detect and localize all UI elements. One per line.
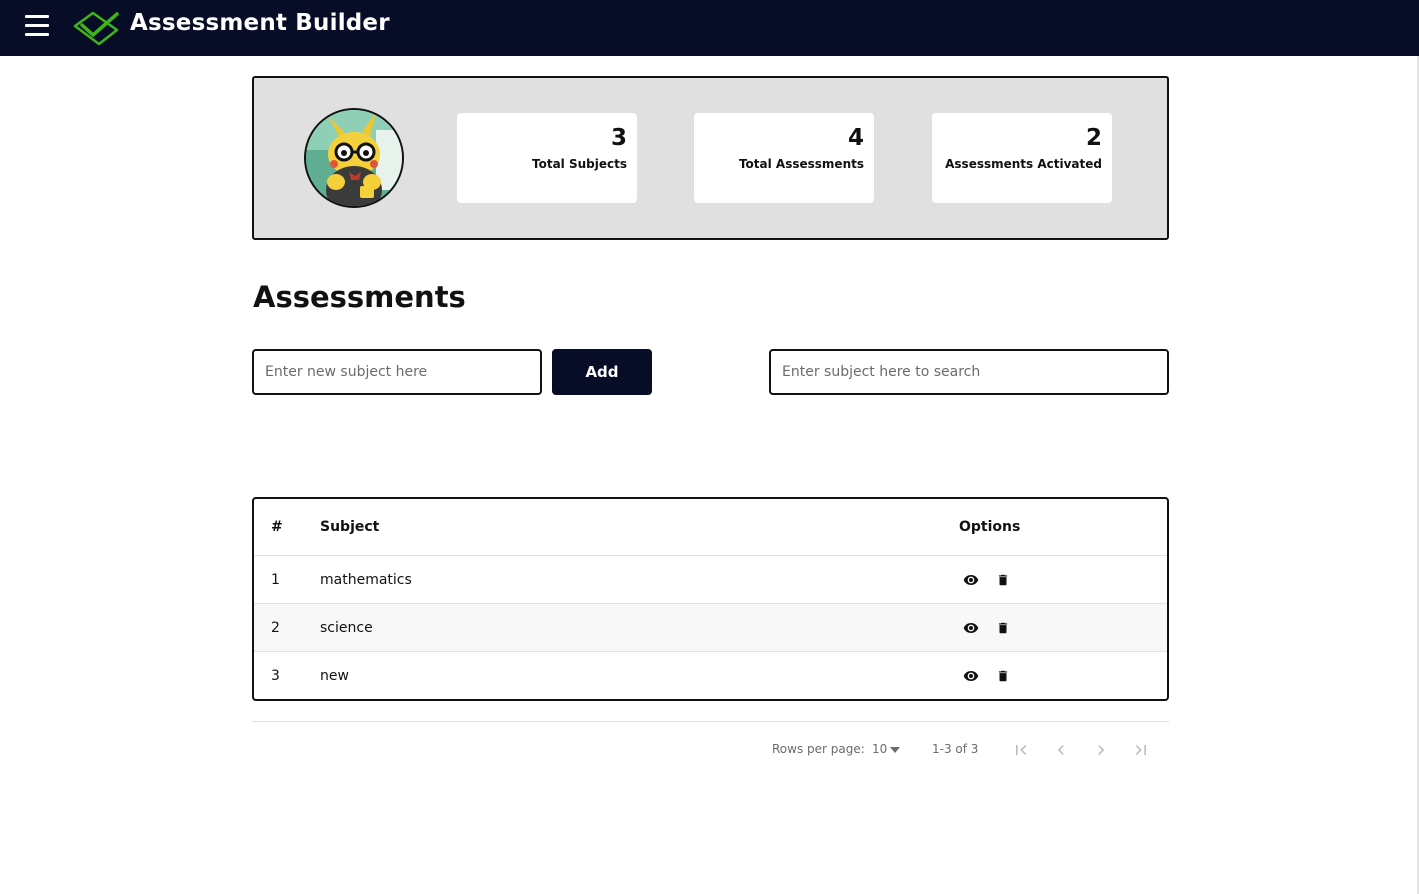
row-number: 3 (271, 668, 280, 684)
profile-avatar (304, 108, 404, 208)
pagination-range: 1-3 of 3 (932, 742, 979, 756)
stat-value: 4 (847, 125, 864, 151)
header-number: # (271, 519, 283, 535)
stat-value: 3 (610, 125, 627, 151)
chevron-down-icon (890, 746, 901, 753)
page-title: Assessments (253, 280, 466, 314)
stat-card-total-assessments: 4 Total Assessments (694, 113, 874, 203)
subjects-table: # Subject Options 1 mathematics 2 scienc… (252, 497, 1169, 701)
header-subject: Subject (320, 519, 380, 535)
first-page-icon[interactable] (1011, 740, 1031, 760)
pagination-divider (252, 721, 1169, 722)
row-number: 1 (271, 571, 280, 588)
trash-icon[interactable] (996, 572, 1010, 588)
last-page-icon[interactable] (1131, 740, 1151, 760)
header-options: Options (959, 519, 1021, 535)
next-page-icon[interactable] (1091, 740, 1111, 760)
trash-icon[interactable] (996, 620, 1010, 636)
table-row: 2 science (254, 604, 1167, 652)
row-subject: new (320, 668, 349, 684)
trash-icon[interactable] (996, 668, 1010, 684)
stats-panel: 3 Total Subjects 4 Total Assessments 2 A… (252, 76, 1169, 240)
row-number: 2 (271, 619, 280, 636)
new-subject-input[interactable] (252, 349, 542, 395)
stat-card-assessments-activated: 2 Assessments Activated (932, 113, 1112, 203)
top-navbar: Assessment Builder (0, 0, 1419, 56)
stat-card-total-subjects: 3 Total Subjects (457, 113, 637, 203)
eye-icon[interactable] (963, 572, 979, 588)
eye-icon[interactable] (963, 668, 979, 684)
app-title: Assessment Builder (130, 10, 390, 36)
row-subject: mathematics (320, 571, 412, 588)
row-subject: science (320, 619, 373, 636)
add-subject-button[interactable]: Add (552, 349, 652, 395)
prev-page-icon[interactable] (1051, 740, 1071, 760)
table-row: 1 mathematics (254, 556, 1167, 604)
hamburger-menu-icon[interactable] (25, 15, 49, 37)
table-header: # Subject Options (254, 499, 1167, 556)
stat-label: Total Subjects (532, 157, 627, 171)
table-row: 3 new (254, 652, 1167, 699)
search-input[interactable] (769, 349, 1169, 395)
stat-value: 2 (1085, 125, 1102, 151)
rows-per-page-select[interactable]: 10 (872, 742, 901, 756)
stat-label: Total Assessments (738, 157, 864, 171)
rows-per-page-value: 10 (872, 742, 888, 756)
rows-per-page-label: Rows per page: (772, 742, 865, 756)
stat-label: Assessments Activated (945, 157, 1102, 171)
check-diamond-logo (73, 11, 119, 46)
eye-icon[interactable] (963, 620, 979, 636)
